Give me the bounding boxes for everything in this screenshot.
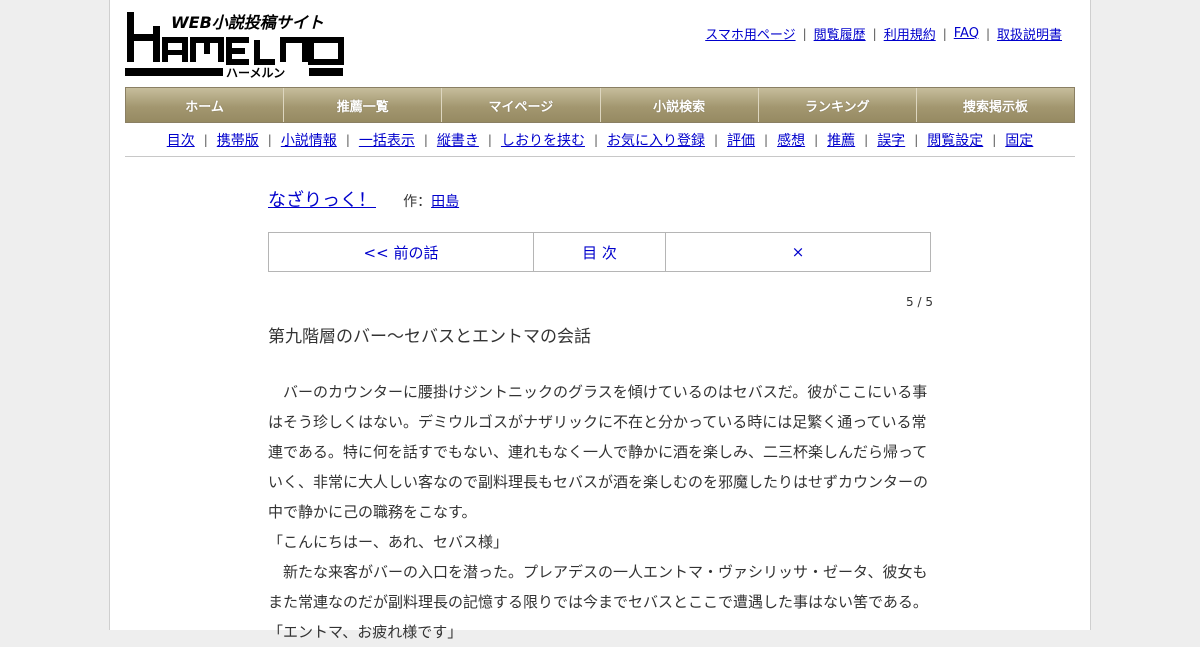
separator: | xyxy=(992,132,997,147)
subnav-view-settings[interactable]: 閲覧設定 xyxy=(927,130,983,150)
toplink-manual[interactable]: 取扱説明書 xyxy=(997,24,1062,43)
chapter-title: 第九階層のバー～セバスとエントマの会話 xyxy=(268,327,591,347)
body-line: また常連なのだが副料理長の記憶する限りでは今までセバスとここで遭遇した事はない筈… xyxy=(268,593,928,611)
separator: | xyxy=(985,26,990,41)
subnav-recommend[interactable]: 推薦 xyxy=(827,130,855,150)
page-container: WEB小説投稿サイト ハーメルン スマホ用ページ | 閲覧履歴 | 利用規約 |… xyxy=(109,0,1091,641)
body-line: バーのカウンターに腰掛けジントニックのグラスを傾けているのはセバスだ。彼がここに… xyxy=(268,383,928,401)
subnav-bookmark[interactable]: しおりを挟む xyxy=(501,130,585,150)
site-logo[interactable]: WEB小説投稿サイト ハーメルン xyxy=(125,10,347,80)
subnav-novel-info[interactable]: 小説情報 xyxy=(281,130,337,150)
toplink-terms[interactable]: 利用規約 xyxy=(884,24,936,43)
body-line: 「こんにちはー、あれ、セバス様」 xyxy=(268,533,509,551)
separator: | xyxy=(864,132,869,147)
top-links: スマホ用ページ | 閲覧履歴 | 利用規約 | FAQ | 取扱説明書 xyxy=(705,24,1062,43)
body-line: 中で静かに己の職務をこなす。 xyxy=(268,503,477,521)
toplink-history[interactable]: 閲覧履歴 xyxy=(814,24,866,43)
novel-subnav: 目次 | 携帯版 | 小説情報 | 一括表示 | 縦書き | しおりを挟む | … xyxy=(125,123,1075,157)
subnav-vertical[interactable]: 縦書き xyxy=(437,130,479,150)
svg-text:ハーメルン: ハーメルン xyxy=(226,66,285,80)
separator: | xyxy=(714,132,719,147)
close-button[interactable]: × xyxy=(666,233,930,271)
nav-tab-home[interactable]: ホーム xyxy=(126,88,285,122)
chapter-nav: << 前の話 目 次 × xyxy=(268,232,931,272)
chapter-body: バーのカウンターに腰掛けジントニックのグラスを傾けているのはセバスだ。彼がここに… xyxy=(268,377,933,647)
nav-tab-recommend[interactable]: 推薦一覧 xyxy=(284,88,443,122)
author-prefix: 作： xyxy=(403,194,432,210)
toplink-faq[interactable]: FAQ xyxy=(954,26,979,41)
body-line: 新たな来客がバーの入口を潜った。プレアデスの一人エントマ・ヴァシリッサ・ゼータ、… xyxy=(268,563,928,581)
hameln-logo-icon: WEB小説投稿サイト ハーメルン xyxy=(125,12,344,80)
novel-title-line: なざりっく！ 作：田島 xyxy=(268,186,459,212)
separator: | xyxy=(267,132,272,147)
toplink-smartphone[interactable]: スマホ用ページ xyxy=(705,24,795,43)
nav-tab-mypage[interactable]: マイページ xyxy=(442,88,601,122)
main-nav: ホーム 推薦一覧 マイページ 小説検索 ランキング 捜索掲示板 xyxy=(125,87,1075,123)
subnav-typo[interactable]: 誤字 xyxy=(877,130,905,150)
author-link[interactable]: 田島 xyxy=(431,194,459,210)
nav-tab-board[interactable]: 捜索掲示板 xyxy=(916,88,1075,122)
subnav-pin[interactable]: 固定 xyxy=(1005,130,1033,150)
body-line: はそう珍しくはない。デミウルゴスがナザリックに不在と分かっている時には足繁く通っ… xyxy=(268,413,927,431)
nav-tab-ranking[interactable]: ランキング xyxy=(758,88,917,122)
separator: | xyxy=(764,132,769,147)
toc-button[interactable]: 目 次 xyxy=(534,233,666,271)
separator: | xyxy=(942,26,947,41)
separator: | xyxy=(814,132,819,147)
subnav-show-all[interactable]: 一括表示 xyxy=(359,130,415,150)
separator: | xyxy=(345,132,350,147)
separator: | xyxy=(872,26,877,41)
novel-title[interactable]: なざりっく！ xyxy=(268,190,376,211)
nav-tab-search[interactable]: 小説検索 xyxy=(600,88,759,122)
subnav-toc[interactable]: 目次 xyxy=(167,130,195,150)
subnav-mobile[interactable]: 携帯版 xyxy=(217,130,259,150)
svg-text:WEB小説投稿サイト: WEB小説投稿サイト xyxy=(171,13,324,32)
body-line: 連である。特に何を話すでもない、連れもなく一人で静かに酒を楽しみ、二三杯楽しんだ… xyxy=(268,443,928,461)
page-count: 5 / 5 xyxy=(906,295,933,309)
separator: | xyxy=(802,26,807,41)
separator: | xyxy=(487,132,492,147)
subnav-rating[interactable]: 評価 xyxy=(727,130,755,150)
body-line: いく、非常に大人しい客なので副料理長もセバスが酒を楽しむのを邪魔したりはせずカウ… xyxy=(268,473,929,491)
separator: | xyxy=(423,132,428,147)
separator: | xyxy=(914,132,919,147)
body-line: 「エントマ、お疲れ様です」 xyxy=(268,623,463,641)
separator: | xyxy=(593,132,598,147)
separator: | xyxy=(203,132,208,147)
subnav-favorite[interactable]: お気に入り登録 xyxy=(607,130,705,150)
prev-chapter-button[interactable]: << 前の話 xyxy=(269,233,534,271)
subnav-review[interactable]: 感想 xyxy=(777,130,805,150)
